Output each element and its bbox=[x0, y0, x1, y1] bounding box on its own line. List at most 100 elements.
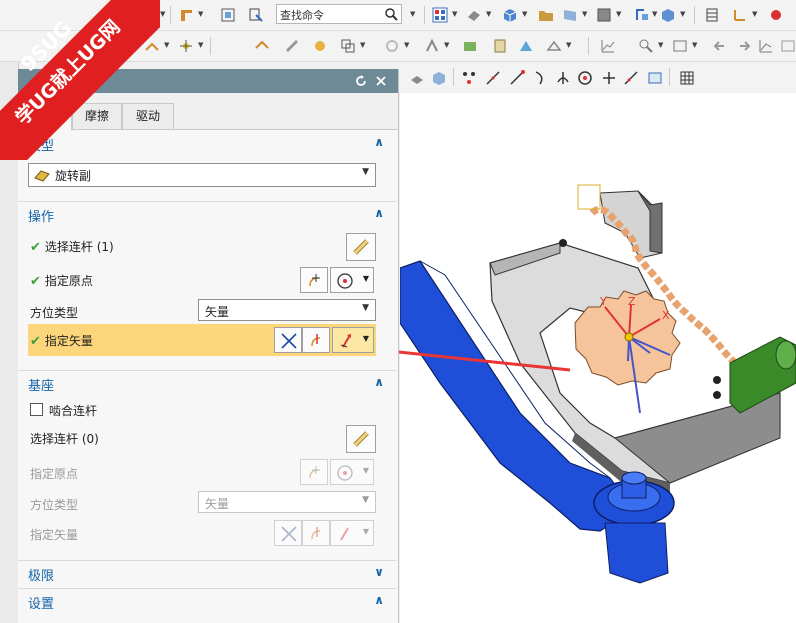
extrude-tool-icon[interactable] bbox=[178, 7, 194, 23]
action-select-link-button[interactable] bbox=[346, 233, 376, 261]
engage-link-checkbox[interactable] bbox=[30, 403, 43, 416]
render-style-icon[interactable] bbox=[409, 70, 425, 86]
curve-snap-icon[interactable] bbox=[533, 70, 549, 86]
collapse-chevron-icon[interactable]: ∧ bbox=[374, 135, 384, 149]
action-inferred-point-select[interactable]: ▼ bbox=[330, 267, 374, 293]
window-grid-icon[interactable] bbox=[432, 7, 448, 23]
line-snap-icon[interactable] bbox=[485, 70, 501, 86]
vector-dialog-icon bbox=[311, 334, 321, 347]
interference-icon[interactable] bbox=[546, 38, 562, 54]
center-snap-icon[interactable] bbox=[577, 70, 593, 86]
joint-type-value: 旋转副 bbox=[55, 169, 92, 183]
palette-icon[interactable] bbox=[518, 38, 534, 54]
base-inferred-vector-select: ▼ bbox=[330, 520, 374, 546]
orient-icon[interactable] bbox=[634, 7, 650, 23]
background-square-icon[interactable] bbox=[596, 7, 612, 23]
command-search-input[interactable]: 查找命令 bbox=[276, 4, 402, 24]
report-icon[interactable] bbox=[672, 38, 688, 54]
reverse-direction-button[interactable] bbox=[274, 327, 302, 353]
pencil-icon[interactable] bbox=[284, 38, 300, 54]
inferred-point-icon bbox=[337, 465, 353, 481]
collapse-chevron-icon[interactable]: ∧ bbox=[374, 375, 384, 389]
joint-icon[interactable] bbox=[144, 38, 160, 54]
type-section-header[interactable]: 类型 ∧ bbox=[18, 131, 396, 155]
curve-tool-icon[interactable] bbox=[142, 7, 158, 23]
measure-icon[interactable] bbox=[638, 38, 654, 54]
base-select-link-button[interactable] bbox=[346, 425, 376, 453]
bounded-grid-icon[interactable] bbox=[647, 70, 663, 86]
base-vector-dialog-button bbox=[302, 520, 330, 546]
chart-options-icon[interactable] bbox=[780, 38, 796, 54]
intersection-icon[interactable] bbox=[555, 70, 571, 86]
pole-snap-icon[interactable] bbox=[623, 70, 639, 86]
tab-driver-label: 驱动 bbox=[135, 109, 160, 123]
chart-icon[interactable] bbox=[758, 38, 774, 54]
joint-type-select[interactable]: 旋转副 ▼ bbox=[28, 163, 376, 187]
solid-view-icon[interactable] bbox=[431, 70, 447, 86]
spring-icon[interactable] bbox=[112, 38, 128, 54]
tab-definition[interactable]: 义 bbox=[20, 103, 72, 130]
search-icon[interactable] bbox=[384, 7, 398, 21]
branch-icon[interactable] bbox=[424, 38, 440, 54]
point-snap-icon[interactable] bbox=[601, 70, 617, 86]
action-section-header[interactable]: 操作 ∧ bbox=[18, 201, 396, 225]
action-orientation-type-value: 矢量 bbox=[205, 305, 230, 319]
chevron-down-icon: ▼ bbox=[362, 167, 369, 177]
simulate-icon[interactable] bbox=[312, 38, 328, 54]
tab-driver[interactable]: 驱动 bbox=[122, 103, 174, 129]
action-vector-label: 指定矢量 bbox=[44, 334, 93, 348]
animation-icon[interactable] bbox=[462, 38, 478, 54]
type-section-title: 类型 bbox=[28, 139, 55, 154]
engage-link-row[interactable]: 啮合连杆 bbox=[30, 402, 97, 419]
snap-points-icon[interactable] bbox=[461, 70, 477, 86]
action-point-dialog-button[interactable] bbox=[300, 267, 328, 293]
sheet-icon[interactable] bbox=[492, 38, 508, 54]
forward-arrow-icon[interactable] bbox=[736, 38, 752, 54]
reset-icon[interactable] bbox=[354, 74, 368, 88]
action-orientation-type-select[interactable]: 矢量 ▼ bbox=[198, 299, 376, 321]
copy-body-icon[interactable] bbox=[340, 38, 356, 54]
base-section-header[interactable]: 基座 ∧ bbox=[18, 370, 396, 394]
layer-icon[interactable] bbox=[220, 7, 236, 23]
selection-filter-icon[interactable] bbox=[248, 7, 264, 23]
move-object-icon[interactable] bbox=[768, 7, 784, 23]
tab-friction[interactable]: 摩擦 bbox=[72, 103, 122, 129]
tab-friction-label: 摩擦 bbox=[84, 109, 109, 123]
joint-dialog: 义 摩擦 驱动 类型 ∧ 旋转副 ▼ 操作 ∧ ✔ 选择连杆 (1) ✔ 指定原点 … bbox=[18, 69, 399, 623]
inferred-vector-select[interactable]: ▼ bbox=[332, 327, 374, 353]
motion-driver-icon[interactable] bbox=[254, 38, 270, 54]
shading-icon[interactable] bbox=[466, 7, 482, 23]
pencil-link-icon bbox=[353, 239, 369, 255]
callout-arrow bbox=[372, 339, 571, 372]
collapse-chevron-icon[interactable]: ∧ bbox=[374, 206, 384, 220]
snap-view-icon[interactable] bbox=[660, 7, 676, 23]
endpoint-icon[interactable] bbox=[509, 70, 525, 86]
collapse-chevron-icon[interactable]: ∧ bbox=[374, 593, 384, 607]
action-vector-row[interactable]: ✔ 指定矢量 ▼ bbox=[28, 324, 376, 356]
pencil-link-icon bbox=[353, 431, 369, 447]
limits-section-title: 极限 bbox=[28, 569, 55, 584]
back-arrow-icon[interactable] bbox=[712, 38, 728, 54]
graph-icon[interactable] bbox=[600, 38, 616, 54]
action-origin-row[interactable]: ✔ 指定原点 bbox=[30, 272, 93, 289]
check-icon: ✔ bbox=[30, 334, 41, 349]
action-section-title: 操作 bbox=[28, 210, 55, 225]
limits-section-header[interactable]: 极限 ∨ bbox=[18, 560, 396, 584]
rotate-disabled-icon bbox=[384, 38, 400, 54]
vector-dialog-button[interactable] bbox=[302, 327, 330, 353]
expand-chevron-icon[interactable]: ∨ bbox=[374, 565, 384, 579]
base-vector-label: 指定矢量 bbox=[30, 528, 79, 542]
left-resource-strip bbox=[0, 62, 19, 623]
database-icon[interactable] bbox=[704, 7, 720, 23]
grid-icon[interactable] bbox=[679, 70, 695, 86]
cube-view-icon[interactable] bbox=[502, 7, 518, 23]
shaded-face-icon[interactable] bbox=[562, 7, 578, 23]
marker-icon[interactable] bbox=[178, 38, 194, 54]
action-select-link-row[interactable]: ✔ 选择连杆 (1) bbox=[30, 238, 114, 255]
action-origin-label: 指定原点 bbox=[44, 274, 93, 288]
close-icon[interactable] bbox=[374, 74, 388, 88]
settings-section-header[interactable]: 设置 ∧ bbox=[18, 588, 396, 612]
wcs-icon[interactable] bbox=[732, 7, 748, 23]
base-section-title: 基座 bbox=[28, 379, 55, 394]
folder-icon[interactable] bbox=[538, 7, 554, 23]
